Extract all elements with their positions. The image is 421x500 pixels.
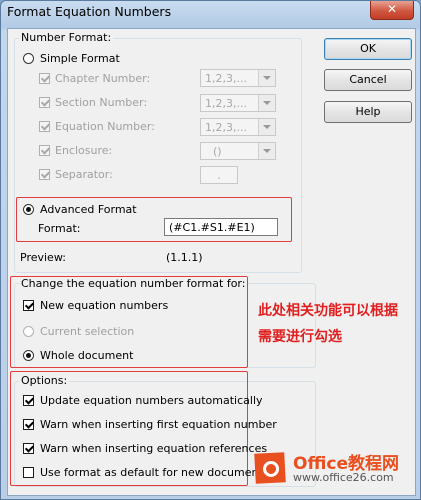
enclosure-label: Enclosure: [55,144,113,157]
options-group-label: Options: [19,374,70,387]
current-selection-radio[interactable] [23,326,34,337]
number-format-group-label: Number Format: [19,31,114,44]
section-number-checkbox[interactable] [39,97,50,108]
section-number-select[interactable]: 1,2,3,... [200,94,276,112]
warn-references-checkbox[interactable] [23,443,34,454]
new-equation-numbers-checkbox[interactable] [23,300,34,311]
separator-checkbox[interactable] [39,169,50,180]
warn-first-equation-checkbox[interactable] [23,419,34,430]
format-label: Format: [38,222,81,235]
advanced-format-radio[interactable] [23,204,34,215]
chapter-number-checkbox[interactable] [39,73,50,84]
close-icon: ✕ [386,2,398,16]
title-bar: Format Equation Numbers ✕ [1,1,420,23]
whole-document-label: Whole document [40,349,134,362]
chapter-number-select[interactable]: 1,2,3,... [200,69,276,87]
equation-number-checkbox[interactable] [39,121,50,132]
simple-format-label: Simple Format [40,52,120,65]
dialog-client-area: Number Format: Simple Format Chapter Num… [7,28,416,496]
watermark-url: www.office26.com [293,471,394,484]
chevron-down-icon [258,143,275,159]
simple-format-radio[interactable] [23,53,34,64]
help-button[interactable]: Help [324,101,412,123]
watermark-logo: Office教程网 www.office26.com [249,447,419,493]
use-as-default-label: Use format as default for new documents [40,466,269,479]
section-number-label: Section Number: [55,96,148,109]
chevron-down-icon [258,70,275,86]
warn-first-equation-label: Warn when inserting first equation numbe… [40,418,277,431]
preview-value: (1.1.1) [166,251,203,264]
window-title: Format Equation Numbers [7,4,172,19]
separator-label: Separator: [55,168,113,181]
whole-document-radio[interactable] [23,350,34,361]
enclosure-checkbox[interactable] [39,145,50,156]
preview-label: Preview: [20,251,66,264]
office-logo-icon [254,452,286,484]
annotation-line-2: 需要进行勾选 [258,329,342,345]
ok-button[interactable]: OK [324,38,412,60]
chevron-down-icon [258,95,275,111]
annotation-line-1: 此处相关功能可以根据 [258,303,398,319]
advanced-format-label: Advanced Format [40,203,137,216]
enclosure-select[interactable]: () [200,142,276,160]
close-button[interactable]: ✕ [370,1,414,20]
use-as-default-checkbox[interactable] [23,467,34,478]
warn-references-label: Warn when inserting equation references [40,442,268,455]
update-automatically-checkbox[interactable] [23,395,34,406]
format-input[interactable]: (#C1.#S1.#E1) [164,218,278,236]
chevron-down-icon [258,119,275,135]
new-equation-numbers-label: New equation numbers [40,299,169,312]
update-automatically-label: Update equation numbers automatically [40,394,263,407]
change-for-group-label: Change the equation number format for: [19,277,248,290]
separator-input[interactable]: . [200,166,238,184]
equation-number-label: Equation Number: [55,120,155,133]
current-selection-label: Current selection [40,325,135,338]
dialog-window: Format Equation Numbers ✕ Number Format:… [0,0,421,500]
chapter-number-label: Chapter Number: [55,72,151,85]
equation-number-select[interactable]: 1,2,3,... [200,118,276,136]
cancel-button[interactable]: Cancel [324,69,412,91]
